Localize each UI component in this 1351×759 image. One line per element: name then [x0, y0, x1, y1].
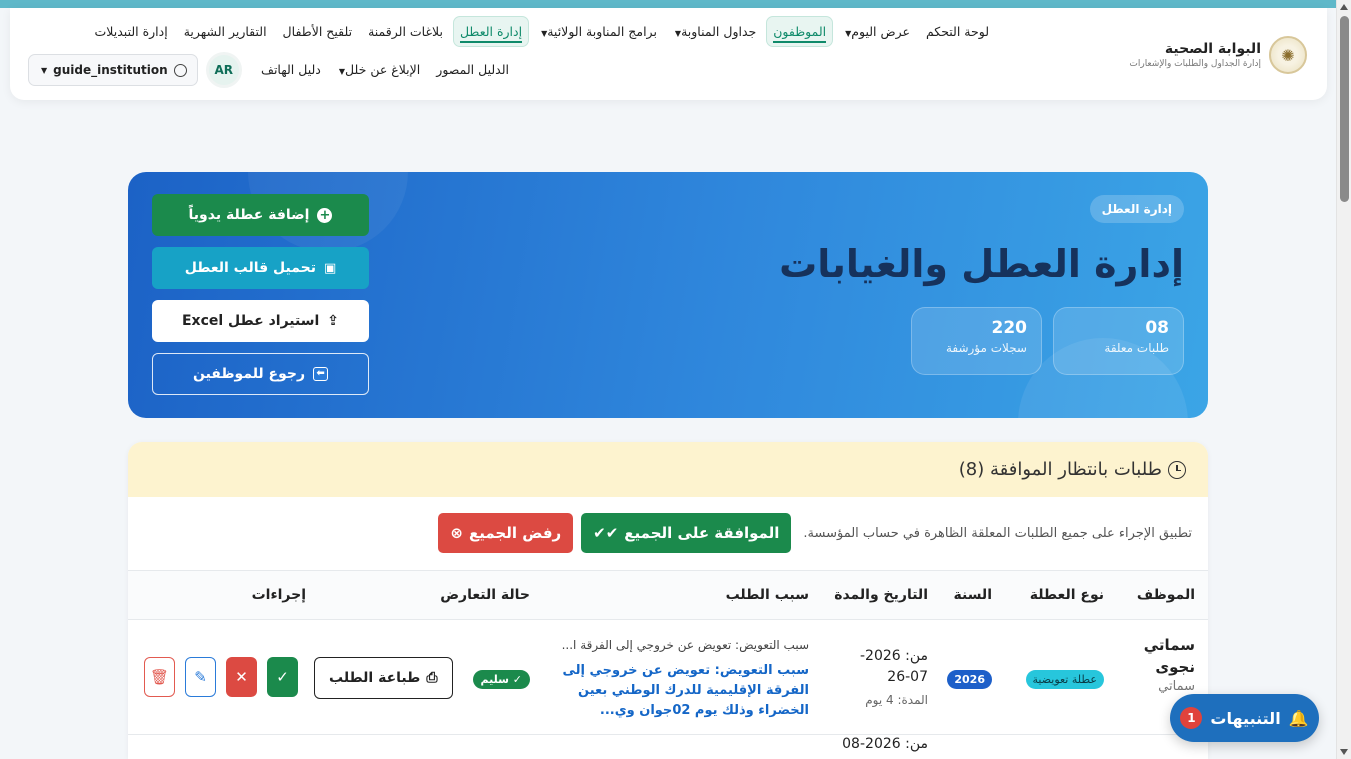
clock-icon — [1168, 460, 1186, 479]
employee-name: سماتي نجوى — [1143, 636, 1195, 676]
card-header: طلبات بانتظار الموافقة (8) — [128, 442, 1208, 497]
edit-button[interactable]: ✎ — [185, 657, 216, 697]
reason-summary: سبب التعويض: تعويض عن خروجي إلى الفرقة ا… — [561, 638, 809, 652]
nav-duty-schedules[interactable]: جداول المناوبة▼ — [667, 17, 762, 46]
reject-all-button[interactable]: رفض الجميع ⊗ — [438, 513, 574, 553]
brand-subtitle: إدارة الجداول والطلبات والإشعارات — [1129, 59, 1261, 69]
reject-button[interactable]: ✕ — [226, 657, 257, 697]
close-icon: ✕ — [235, 668, 248, 686]
bell-icon: 🔔 — [1288, 708, 1309, 728]
leave-type-badge: عطلة تعويضية — [1025, 670, 1104, 689]
notifications-button[interactable]: 🔔 التنبيهات 1 — [1170, 694, 1319, 742]
check-circle-icon: ✓ — [512, 673, 522, 686]
date-duration: من: 2026-07-26 المدة: 4 يوم — [859, 648, 928, 707]
nav-state-duty-programs[interactable]: برامج المناوبة الولائية▼ — [533, 17, 663, 46]
table-header: الموظف نوع العطلة السنة التاريخ والمدة س… — [128, 570, 1208, 620]
notification-count-badge: 1 — [1180, 707, 1203, 729]
top-accent-strip — [0, 0, 1336, 8]
col-date-duration[interactable]: التاريخ والمدة — [834, 587, 928, 603]
next-row-date: من: 2026-08 — [842, 736, 928, 752]
brand-logo-icon: ✺ — [1269, 36, 1307, 74]
employee-subname: سماتي — [1158, 679, 1195, 694]
card-title: طلبات بانتظار الموافقة (8) — [958, 459, 1162, 480]
nav-digitization-reports[interactable]: بلاغات الرقمنة — [362, 17, 449, 46]
pencil-icon: ✎ — [194, 668, 207, 686]
col-employee[interactable]: الموظف — [1137, 587, 1195, 603]
trash-icon: 🗑 — [149, 668, 170, 686]
back-arrow-icon: ⬅ — [313, 367, 329, 381]
nav-row-secondary: الدليل المصور الإبلاغ عن خلل▼ دليل الهات… — [255, 55, 515, 84]
reason-link[interactable]: سبب التعويض: تعويض عن خروجي إلى الفرقة ا… — [551, 661, 809, 721]
main-navbar: ✺ البوابة الصحية إدارة الجداول والطلبات … — [10, 8, 1327, 100]
col-conflict[interactable]: حالة التعارض — [440, 587, 530, 603]
pending-requests-card: طلبات بانتظار الموافقة (8) تطبيق الإجراء… — [128, 442, 1208, 759]
nav-child-vaccination[interactable]: تلقيح الأطفال — [277, 17, 359, 46]
nav-leave-management[interactable]: إدارة العطل — [452, 16, 530, 47]
col-reason[interactable]: سبب الطلب — [726, 587, 809, 603]
stat-pending: 08 طلبات معلقة — [1053, 307, 1184, 375]
upload-icon: ⇪ — [327, 313, 340, 329]
download-template-button[interactable]: ▣ تحميل قالب العطل — [152, 247, 369, 289]
user-menu-button[interactable]: ▼ guide_institution — [28, 54, 198, 86]
excel-file-icon: ▣ — [324, 260, 337, 276]
notifications-label: التنبيهات — [1210, 708, 1281, 728]
bulk-actions: تطبيق الإجراء على جميع الطلبات المعلقة ا… — [144, 513, 1192, 553]
row-actions: 🗑 ✎ ✕ ✓ ⎙ طباعة الطلب — [144, 657, 453, 699]
col-leave-type[interactable]: نوع العطلة — [1030, 587, 1104, 603]
table-row: سماتي نجوى سماتي عطلة تعويضية 2026 من: 2… — [128, 620, 1208, 735]
language-toggle[interactable]: AR — [205, 52, 242, 88]
double-check-icon: ✔✔ — [593, 524, 619, 542]
col-actions: إجراءات — [251, 587, 306, 603]
year-badge: 2026 — [947, 670, 992, 689]
hero-actions: + إضافة عطلة يدوياً ▣ تحميل قالب العطل ⇪… — [152, 194, 369, 395]
check-icon: ✓ — [276, 668, 289, 686]
user-tools: ▼ guide_institution AR — [28, 52, 242, 88]
print-request-button[interactable]: ⎙ طباعة الطلب — [314, 657, 453, 699]
nav-illustrated-guide[interactable]: الدليل المصور — [430, 55, 515, 84]
scroll-up-icon[interactable] — [1340, 4, 1348, 10]
add-manual-leave-button[interactable]: + إضافة عطلة يدوياً — [152, 194, 369, 236]
nav-employees[interactable]: الموظفون — [766, 16, 834, 47]
brand-title: البوابة الصحية — [1164, 41, 1261, 57]
nav-phone-directory[interactable]: دليل الهاتف — [255, 55, 327, 84]
plus-circle-icon: + — [317, 207, 333, 223]
nav-row-primary: لوحة التحكم عرض اليوم▼ الموظفون جداول ال… — [89, 16, 995, 47]
conflict-status-badge: ✓ سليم — [472, 670, 530, 689]
delete-button[interactable]: 🗑 — [144, 657, 175, 697]
nav-monthly-reports[interactable]: التقارير الشهرية — [178, 17, 273, 46]
chevron-down-icon: ▼ — [41, 65, 48, 75]
back-to-employees-button[interactable]: ⬅ رجوع للموظفين — [152, 353, 369, 395]
col-year[interactable]: السنة — [953, 587, 992, 603]
username: guide_institution — [53, 63, 168, 77]
import-excel-button[interactable]: ⇪ استيراد عطل Excel — [152, 300, 369, 342]
bulk-hint: تطبيق الإجراء على جميع الطلبات المعلقة ا… — [803, 525, 1192, 541]
x-circle-icon: ⊗ — [450, 524, 463, 542]
page-title: إدارة العطل والغيابات — [779, 242, 1184, 286]
hero-banner: إدارة العطل إدارة العطل والغيابات 08 طلب… — [128, 172, 1208, 418]
nav-report-bug[interactable]: الإبلاغ عن خلل▼ — [331, 55, 426, 84]
printer-icon: ⎙ — [426, 670, 438, 686]
nav-swap-management[interactable]: إدارة التبديلات — [89, 17, 174, 46]
nav-dashboard[interactable]: لوحة التحكم — [920, 17, 995, 46]
user-icon — [173, 63, 187, 77]
approve-all-button[interactable]: الموافقة على الجميع ✔✔ — [581, 513, 792, 553]
section-badge: إدارة العطل — [1089, 195, 1184, 223]
page-scrollbar[interactable] — [1336, 0, 1351, 759]
nav-today-view[interactable]: عرض اليوم▼ — [837, 17, 916, 46]
scroll-down-icon[interactable] — [1340, 749, 1348, 755]
brand[interactable]: ✺ البوابة الصحية إدارة الجداول والطلبات … — [1129, 36, 1307, 74]
stat-archived: 220 سجلات مؤرشفة — [911, 307, 1042, 375]
scrollbar-thumb[interactable] — [1340, 16, 1349, 202]
approve-button[interactable]: ✓ — [267, 657, 298, 697]
